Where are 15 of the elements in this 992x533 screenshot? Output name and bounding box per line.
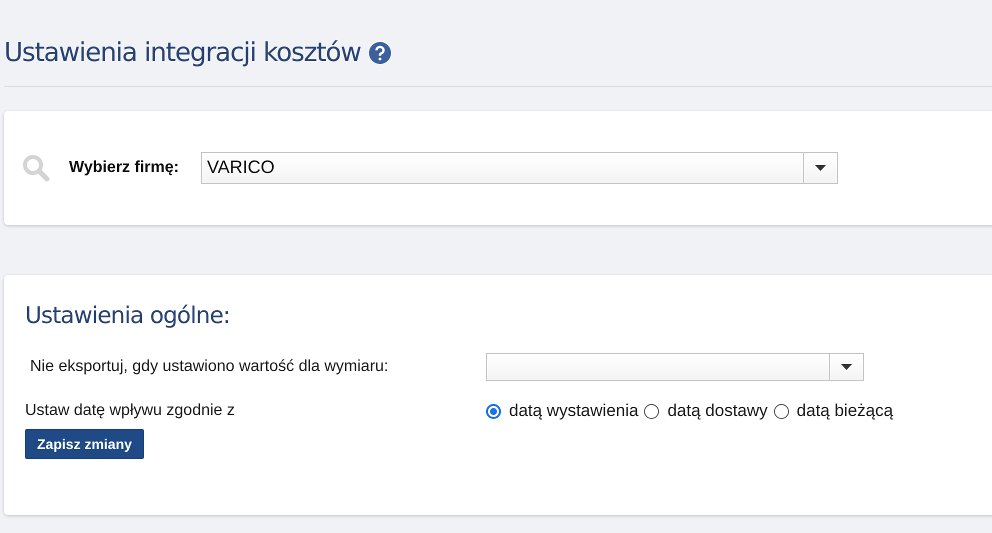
date-radio[interactable]: datą wystawienia [486,401,638,421]
caret-icon [814,165,826,171]
dimension-label: Nie eksportuj, gdy ustawiono wartość dla wymiaru: [29,358,390,376]
help-icon[interactable] [368,42,391,64]
save-button[interactable]: Zapisz zmiany [25,429,144,459]
date-radio[interactable]: datą dostawy [644,401,768,421]
dimension-select[interactable] [486,353,864,381]
company-select[interactable]: VARICO [200,152,838,184]
date-label: Ustaw datę wpływu zgodnie z [25,402,236,420]
caret-icon [841,364,852,370]
page-title: Ustawienia integracji kosztów [4,38,361,68]
search-icon[interactable] [22,154,50,182]
date-radio[interactable]: datą bieżącą [774,401,894,421]
section-title: Ustawienia ogólne: [25,303,231,329]
company-label: Wybierz firmę: [69,159,179,177]
